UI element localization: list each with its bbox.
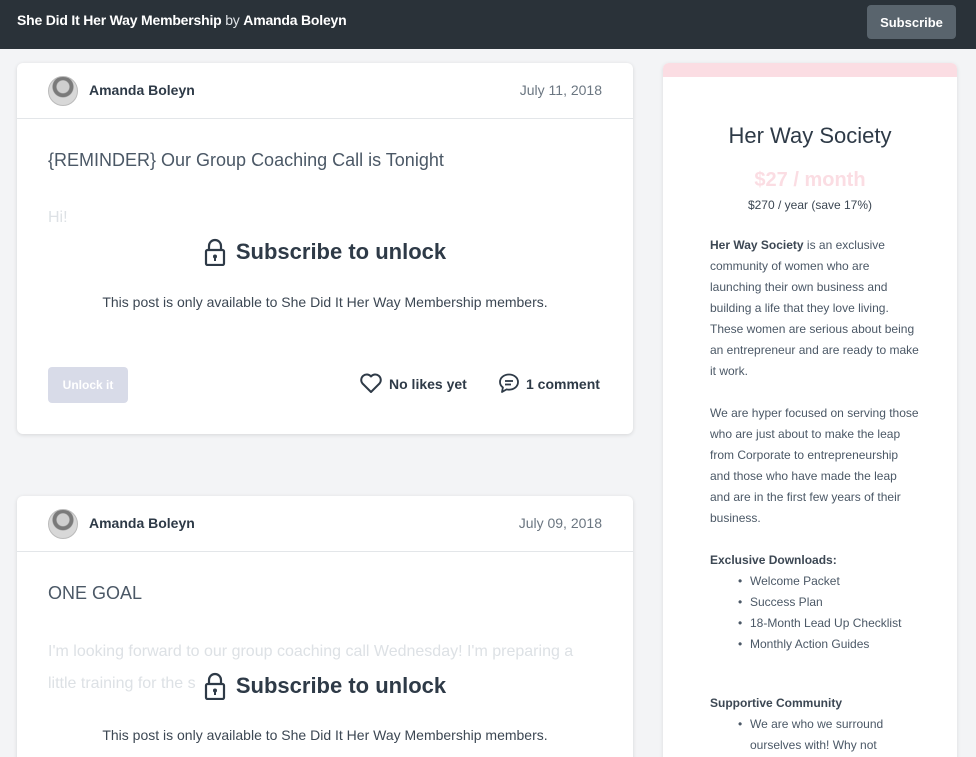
post-date: July 09, 2018: [518, 515, 602, 531]
post-header: Amanda Boleyn July 09, 2018: [17, 496, 633, 552]
list-item: Welcome Packet: [738, 571, 920, 592]
membership-sidebar: Her Way Society $27 / month $270 / year …: [663, 63, 957, 757]
avatar[interactable]: [48, 76, 78, 106]
lock-icon: [204, 672, 226, 701]
post-teaser: Hi!: [48, 209, 68, 226]
list-item: 18-Month Lead Up Checklist: [738, 613, 920, 634]
post-card: Amanda Boleyn July 09, 2018 ONE GOAL I'm…: [17, 496, 633, 757]
likes-label: No likes yet: [389, 376, 467, 392]
comment-icon: [498, 372, 520, 397]
avatar[interactable]: [48, 509, 78, 539]
downloads-list: Welcome Packet Success Plan 18-Month Lea…: [738, 571, 920, 655]
like-button[interactable]: No likes yet: [359, 372, 467, 396]
intro-text: is an exclusive community of women who a…: [710, 238, 919, 378]
lock-label: Subscribe to unlock: [235, 673, 447, 698]
comments-label: 1 comment: [526, 376, 600, 392]
post-header: Amanda Boleyn July 11, 2018: [17, 63, 633, 119]
top-bar: She Did It Her Way Membership by Amanda …: [0, 0, 976, 49]
tier-yearly-price: $270 / year (save 17%): [747, 198, 873, 212]
availability-note: This post is only available to She Did I…: [102, 294, 548, 310]
by-text: by: [221, 12, 244, 28]
accent-bar: [663, 63, 957, 77]
subscribe-to-unlock: Subscribe to unlock: [17, 238, 633, 267]
tier-price: $27 / month: [754, 169, 866, 191]
downloads-heading-text: Exclusive Downloads:: [710, 553, 837, 567]
community-list: We are who we surround ourselves with! W…: [738, 714, 920, 756]
post-title[interactable]: {REMINDER} Our Group Coaching Call is To…: [48, 150, 444, 171]
subscribe-button[interactable]: Subscribe: [867, 5, 956, 39]
downloads-heading: Exclusive Downloads:: [710, 550, 920, 571]
focus-paragraph: We are hyper focused on serving those wh…: [710, 406, 919, 525]
membership-name: She Did It Her Way Membership: [17, 12, 222, 28]
community-heading: Supportive Community: [710, 693, 920, 714]
tier-description: Her Way Society is an exclusive communit…: [710, 235, 920, 756]
list-item: We are who we surround ourselves with! W…: [738, 714, 920, 756]
intro-bold: Her Way Society: [710, 238, 804, 252]
intro-paragraph: Her Way Society is an exclusive communit…: [710, 235, 920, 382]
tier-name: Her Way Society: [728, 123, 892, 148]
community-heading-text: Supportive Community: [710, 696, 843, 710]
lock-icon: [204, 238, 226, 267]
list-item: Monthly Action Guides: [738, 634, 920, 655]
creator-name: Amanda Boleyn: [243, 12, 347, 28]
list-item: Success Plan: [738, 592, 920, 613]
heart-icon: [359, 372, 383, 397]
comments-button[interactable]: 1 comment: [498, 372, 600, 396]
site-title[interactable]: She Did It Her Way Membership by Amanda …: [17, 12, 347, 28]
post-title[interactable]: ONE GOAL: [48, 583, 142, 604]
post-card: Amanda Boleyn July 11, 2018 {REMINDER} O…: [17, 63, 633, 434]
unlock-button[interactable]: Unlock it: [48, 367, 128, 403]
subscribe-to-unlock: Subscribe to unlock: [17, 672, 633, 701]
post-date: July 11, 2018: [519, 82, 602, 98]
lock-label: Subscribe to unlock: [235, 239, 447, 264]
availability-note: This post is only available to She Did I…: [102, 727, 548, 743]
post-author[interactable]: Amanda Boleyn: [89, 515, 195, 531]
post-author[interactable]: Amanda Boleyn: [89, 82, 195, 98]
